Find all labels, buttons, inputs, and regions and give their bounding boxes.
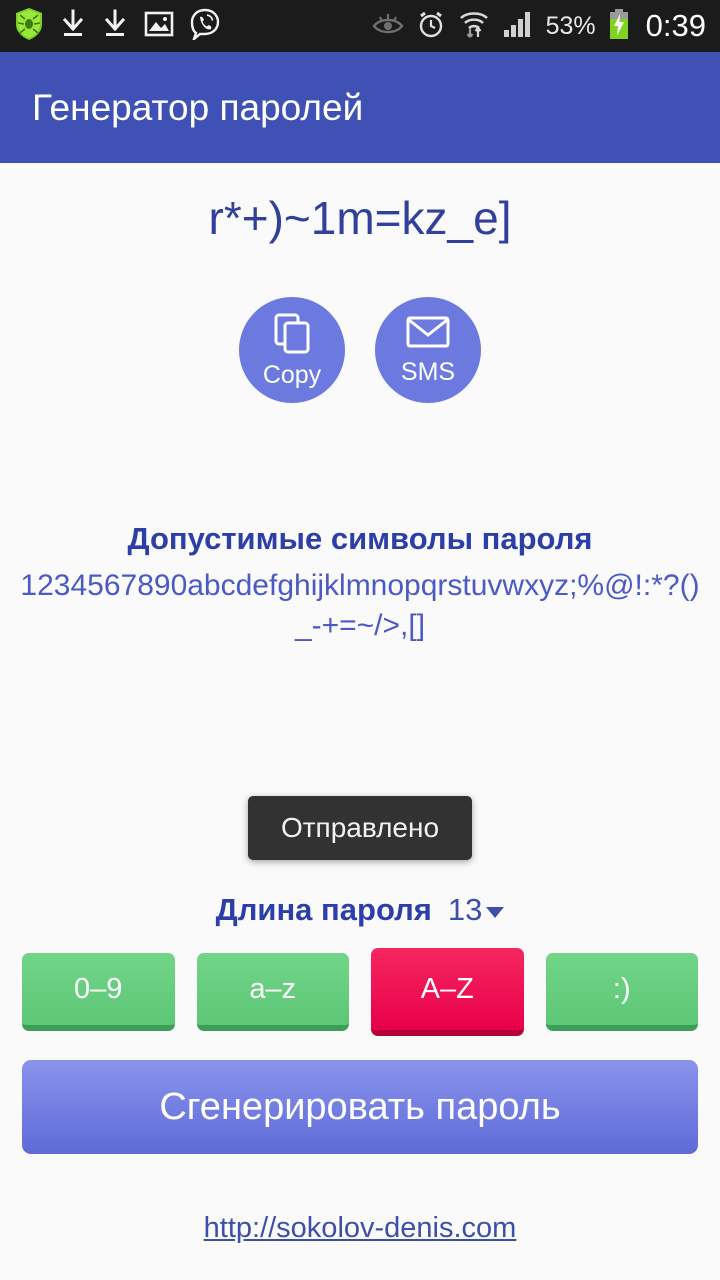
app-bar: Генератор паролей: [0, 52, 720, 163]
viber-call-icon: [190, 8, 220, 45]
toggle-digits-label: 0–9: [74, 972, 123, 1005]
toast-message: Отправлено: [280, 812, 440, 843]
action-buttons-row: Copy SMS: [0, 297, 720, 403]
password-length-label: Длина пароля: [215, 892, 432, 927]
password-length-value: 13: [447, 892, 483, 927]
charset-value: 1234567890abcdefghijklmnopqrstuvwxyz;%@!…: [20, 569, 700, 642]
charset-toggle-row: 0–9 a–z A–Z :): [22, 948, 698, 1036]
chevron-down-icon: [486, 907, 505, 918]
shield-antivirus-icon: [14, 7, 44, 46]
generate-password-button[interactable]: Сгенерировать пароль: [22, 1060, 698, 1154]
status-bar-clock: 0:39: [645, 8, 706, 43]
copy-button-label: Copy: [262, 361, 322, 389]
toggle-digits[interactable]: 0–9: [22, 953, 175, 1031]
password-length-dropdown[interactable]: 13: [447, 892, 505, 928]
main-content: r*+)~1m=kz_e] Copy SMS Допустимые символ…: [0, 163, 720, 1280]
battery-percent-label: 53%: [545, 11, 596, 40]
gallery-image-icon: [144, 10, 174, 43]
alarm-clock-icon: [416, 9, 446, 44]
phone-screen: 53% 0:39 Генератор паролей r*+)~1m=kz_e]: [0, 0, 720, 1280]
download-icon: [60, 9, 86, 44]
copy-button[interactable]: Copy: [239, 297, 345, 403]
status-bar: 53% 0:39: [0, 0, 720, 52]
page-title: Генератор паролей: [32, 86, 364, 128]
toast-notification: Отправлено: [248, 796, 472, 860]
password-length-row: Длина пароля 13: [0, 892, 720, 928]
status-bar-right-icons: 53% 0:39: [372, 8, 706, 45]
envelope-icon: [406, 315, 450, 356]
charset-title: Допустимые символы пароля: [127, 521, 593, 556]
footer: http://sokolov-denis.com: [0, 1212, 720, 1245]
website-link[interactable]: http://sokolov-denis.com: [204, 1212, 517, 1244]
toggle-uppercase[interactable]: A–Z: [371, 948, 524, 1036]
sms-button[interactable]: SMS: [375, 297, 481, 403]
generate-password-label: Сгенерировать пароль: [159, 1085, 561, 1128]
download-icon: [102, 9, 128, 44]
toggle-uppercase-label: A–Z: [420, 972, 474, 1005]
toggle-lowercase[interactable]: a–z: [196, 953, 349, 1031]
battery-charging-icon: [608, 8, 630, 45]
status-bar-left-icons: [14, 7, 220, 46]
generated-password-text: r*+)~1m=kz_e]: [208, 192, 512, 244]
toggle-symbols[interactable]: :): [545, 953, 698, 1031]
toggle-symbols-label: :): [612, 972, 631, 1005]
eye-off-icon: [372, 11, 404, 42]
signal-bars-icon: [502, 10, 534, 43]
toggle-lowercase-label: a–z: [249, 972, 297, 1005]
copy-icon: [272, 312, 312, 359]
sms-button-label: SMS: [400, 358, 456, 386]
wifi-transfer-icon: [458, 9, 490, 44]
